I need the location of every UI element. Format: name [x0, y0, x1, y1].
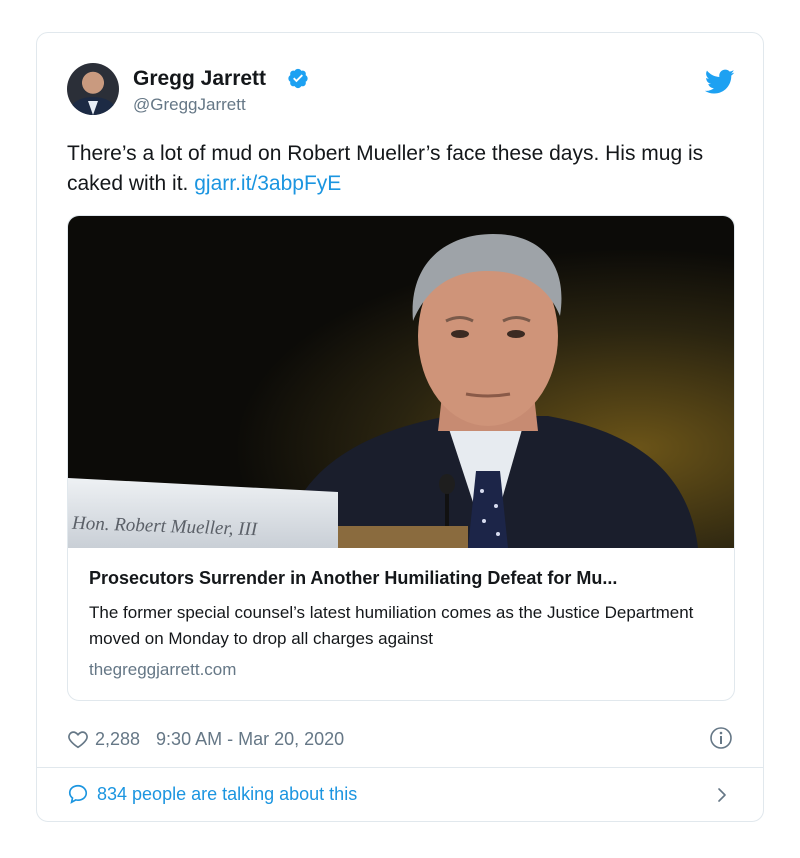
tweet-meta: 2,288 9:30 AM - Mar 20, 2020	[67, 727, 344, 751]
chevron-right-icon[interactable]	[713, 786, 731, 804]
author-handle[interactable]: @GreggJarrett	[133, 95, 246, 115]
link-card-domain: thegreggjarrett.com	[89, 660, 237, 679]
link-preview-card[interactable]: Hon. Robert Mueller, III Prosecutors Sur…	[67, 215, 735, 701]
tweet-embed-card: Gregg Jarrett @GreggJarrett There’s a lo…	[36, 32, 764, 822]
conversation-link[interactable]: 834 people are talking about this	[67, 783, 357, 805]
avatar[interactable]	[67, 63, 119, 115]
verified-badge-icon	[288, 68, 308, 89]
tweet-link[interactable]: gjarr.it/3abpFyE	[194, 172, 341, 195]
link-card-description: The former special counsel’s latest humi…	[89, 603, 694, 648]
tweet-timestamp[interactable]: 9:30 AM - Mar 20, 2020	[156, 729, 344, 750]
speech-bubble-icon	[68, 784, 88, 804]
tweet-text: There’s a lot of mud on Robert Mueller’s…	[67, 139, 727, 199]
talking-about-text[interactable]: 834 people are talking about this	[97, 784, 357, 805]
info-icon[interactable]	[709, 726, 733, 750]
link-card-title[interactable]: Prosecutors Surrender in Another Humilia…	[89, 568, 714, 589]
twitter-bird-icon[interactable]	[705, 69, 735, 95]
divider	[37, 767, 763, 768]
heart-icon[interactable]	[67, 728, 89, 750]
author-name[interactable]: Gregg Jarrett	[133, 67, 266, 91]
link-card-body: Prosecutors Surrender in Another Humilia…	[68, 548, 734, 700]
article-image	[68, 216, 734, 548]
tweet-body-text: There’s a lot of mud on Robert Mueller’s…	[67, 142, 704, 195]
like-count[interactable]: 2,288	[95, 729, 140, 750]
